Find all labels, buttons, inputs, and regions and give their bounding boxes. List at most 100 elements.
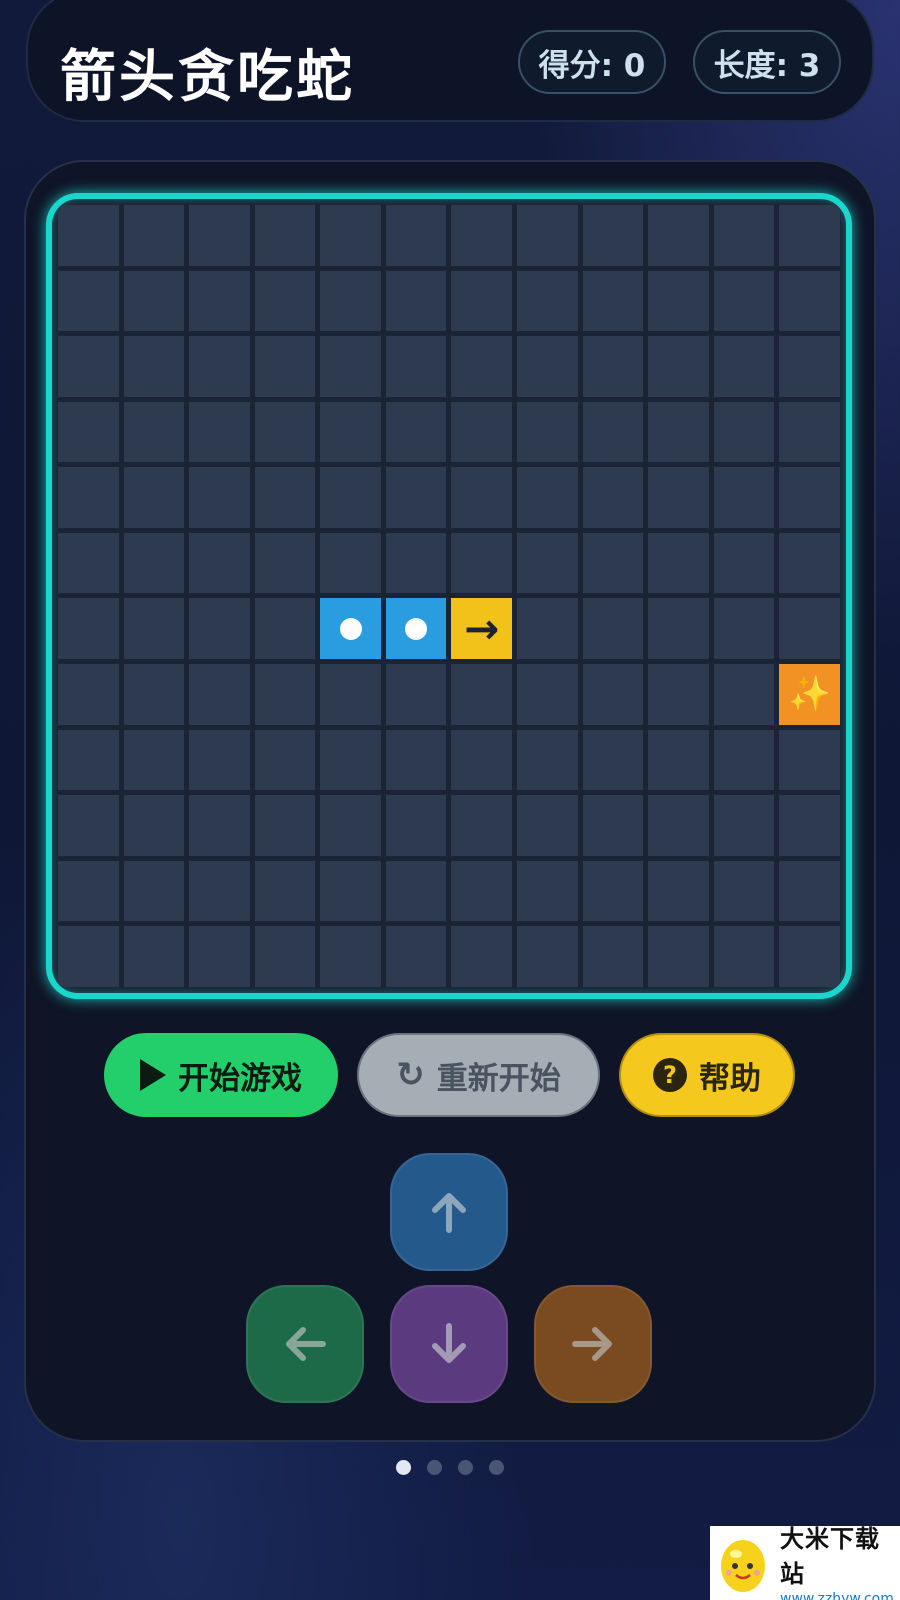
board-cell <box>189 598 250 660</box>
board-cell <box>648 205 709 266</box>
board-cell <box>713 860 775 922</box>
dpad-right-button[interactable] <box>534 1285 652 1403</box>
board-cell <box>254 926 316 987</box>
board-cell <box>451 926 513 987</box>
board-cell <box>779 860 840 922</box>
game-title: 箭头贪吃蛇 <box>60 45 355 110</box>
board-cell <box>58 598 119 660</box>
board-cell <box>123 729 185 791</box>
board-cell <box>582 860 644 922</box>
board-cell <box>320 336 381 397</box>
board-cell <box>517 795 578 856</box>
snake-head: → <box>451 598 513 660</box>
page-indicator-dot[interactable] <box>458 1460 473 1475</box>
board-cell <box>779 270 840 332</box>
restart-button[interactable]: ↻ 重新开始 <box>357 1033 600 1117</box>
board-cell <box>123 205 185 266</box>
snake-body-segment <box>320 598 381 660</box>
board-cell <box>517 926 578 987</box>
board-cell <box>254 860 316 922</box>
dpad-up-button[interactable] <box>390 1153 508 1271</box>
restart-icon: ↻ <box>396 1055 425 1095</box>
board-cell <box>189 205 250 266</box>
dpad-down-button[interactable] <box>390 1285 508 1403</box>
dpad-left-button[interactable] <box>246 1285 364 1403</box>
board-cell <box>320 532 381 594</box>
help-button[interactable]: ? 帮助 <box>619 1033 795 1117</box>
board-cell <box>779 336 840 397</box>
board-cell <box>254 205 316 266</box>
board-cell <box>189 926 250 987</box>
restart-label: 重新开始 <box>436 1060 561 1097</box>
board-cell <box>648 270 709 332</box>
board-cell <box>189 401 250 463</box>
board-cell <box>713 664 775 725</box>
page-indicator-dot[interactable] <box>489 1460 504 1475</box>
board-cell <box>320 729 381 791</box>
board-grid: → ✨ <box>58 205 840 987</box>
board-cell <box>189 860 250 922</box>
page-indicator-dot[interactable] <box>427 1460 442 1475</box>
board-cell <box>648 664 709 725</box>
help-icon: ? <box>653 1058 687 1092</box>
board-cell <box>123 336 185 397</box>
board-cell <box>451 401 513 463</box>
board-cell <box>254 401 316 463</box>
board-cell <box>385 336 447 397</box>
board-cell <box>189 270 250 332</box>
board-cell <box>385 532 447 594</box>
board-cell <box>58 336 119 397</box>
board-cell <box>582 401 644 463</box>
arrow-left-icon <box>286 1327 326 1361</box>
board-cell <box>648 336 709 397</box>
board-cell <box>582 795 644 856</box>
board-cell <box>189 336 250 397</box>
board-cell <box>582 664 644 725</box>
board-cell <box>189 532 250 594</box>
watermark-url: www.zzhyw.com <box>780 1591 894 1600</box>
board-cell <box>123 664 185 725</box>
board-cell <box>713 598 775 660</box>
board-cell <box>451 729 513 791</box>
board-cell <box>713 270 775 332</box>
page-indicator-dot[interactable] <box>396 1460 411 1475</box>
board-cell <box>123 401 185 463</box>
board-cell <box>385 795 447 856</box>
sparkle-icon: ✨ <box>788 674 831 715</box>
board-cell <box>779 729 840 791</box>
play-icon <box>140 1059 166 1091</box>
board-cell <box>58 532 119 594</box>
game-board: → ✨ <box>46 193 852 999</box>
board-cell <box>648 860 709 922</box>
board-cell <box>517 532 578 594</box>
board-cell <box>517 467 578 528</box>
snake-body-segment <box>385 598 447 660</box>
board-cell <box>582 926 644 987</box>
board-cell <box>123 598 185 660</box>
board-cell <box>713 401 775 463</box>
board-cell <box>451 336 513 397</box>
board-cell <box>648 467 709 528</box>
board-cell <box>713 926 775 987</box>
food-item: ✨ <box>779 664 840 725</box>
board-cell <box>385 467 447 528</box>
board-cell <box>713 467 775 528</box>
board-cell <box>517 729 578 791</box>
board-cell <box>582 270 644 332</box>
board-cell <box>58 926 119 987</box>
board-cell <box>123 270 185 332</box>
board-cell <box>517 598 578 660</box>
board-cell <box>58 860 119 922</box>
start-game-button[interactable]: 开始游戏 <box>104 1033 338 1117</box>
board-cell <box>779 926 840 987</box>
board-cell <box>582 532 644 594</box>
board-cell <box>779 598 840 660</box>
board-cell <box>648 926 709 987</box>
arrow-down-icon <box>432 1323 466 1363</box>
board-cell <box>517 860 578 922</box>
board-cell <box>517 205 578 266</box>
length-badge: 长度: 3 <box>693 30 841 94</box>
board-cell <box>713 795 775 856</box>
board-cell <box>58 795 119 856</box>
board-cell <box>320 860 381 922</box>
